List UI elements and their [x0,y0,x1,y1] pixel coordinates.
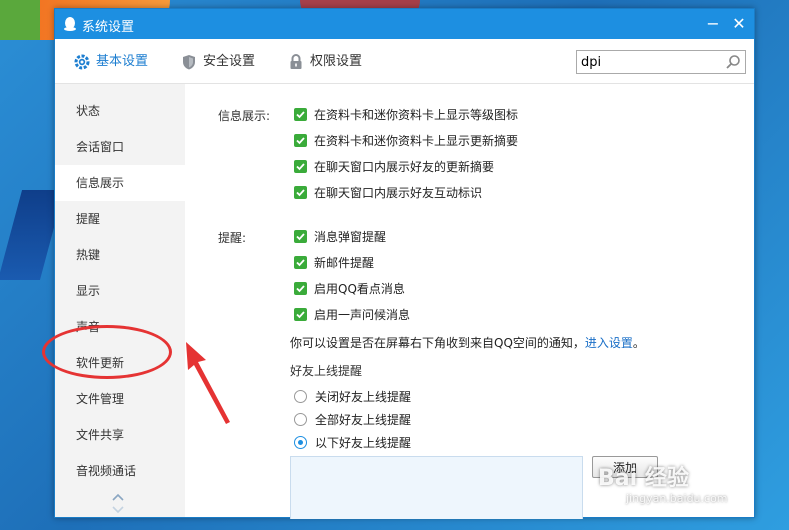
sidebar-item-file-sharing[interactable]: 文件共享 [55,417,185,453]
gear-icon [74,54,90,69]
checkbox-label: 启用一声问候消息 [314,308,411,322]
tab-label: 权限设置 [310,54,363,69]
reminders-section-label: 提醒: [218,231,247,245]
checkbox-greeting-message[interactable]: 启用一声问候消息 [294,306,410,324]
checkbox-checked[interactable] [294,230,307,243]
checkbox-checked[interactable] [294,308,307,321]
checkbox-new-mail[interactable]: 新邮件提醒 [294,254,374,272]
checkbox-label: 启用QQ看点消息 [314,282,405,296]
sidebar-item-file-management[interactable]: 文件管理 [55,381,185,417]
checkbox-checked[interactable] [294,186,307,199]
scroll-down-icon[interactable] [111,505,125,515]
radio-button[interactable] [294,390,307,403]
checkbox-checked[interactable] [294,256,307,269]
checkbox-label: 在聊天窗口内展示好友的更新摘要 [314,160,495,174]
desktop-wallpaper-shape [0,0,40,40]
checkbox-chat-interaction-badge[interactable]: 在聊天窗口内展示好友互动标识 [294,184,482,202]
checkbox-show-update-summary[interactable]: 在资料卡和迷你资料卡上显示更新摘要 [294,132,518,150]
qzone-notification-note: 你可以设置是否在屏幕右下角收到来自QQ空间的通知，进入设置。 [290,334,645,351]
checkbox-checked[interactable] [294,160,307,173]
checkbox-checked[interactable] [294,282,307,295]
radio-button[interactable] [294,413,307,426]
radio-label: 全部好友上线提醒 [315,413,412,427]
note-end: 。 [632,336,645,350]
radio-disable-online-alert[interactable]: 关闭好友上线提醒 [294,388,411,406]
enter-settings-link[interactable]: 进入设置 [585,336,633,350]
checkbox-chat-friend-updates[interactable]: 在聊天窗口内展示好友的更新摘要 [294,158,494,176]
minimize-button[interactable]: − [701,13,725,35]
sidebar-item-hotkeys[interactable]: 热键 [55,237,185,273]
tab-basic-settings[interactable]: 基本设置 [73,51,148,73]
note-text: 你可以设置是否在屏幕右下角收到来自QQ空间的通知， [290,336,585,350]
search-input[interactable] [581,53,721,71]
settings-content: 信息展示: 在资料卡和迷你资料卡上显示等级图标 在资料卡和迷你资料卡上显示更新摘… [185,84,754,519]
tab-permission-settings[interactable]: 权限设置 [287,51,362,73]
lock-icon [290,53,302,69]
tab-label: 基本设置 [96,54,149,69]
checkbox-label: 新邮件提醒 [314,256,375,270]
checkbox-checked[interactable] [294,134,307,147]
annotation-arrow [186,342,230,424]
search-icon[interactable] [725,54,741,70]
sidebar-item-info-display[interactable]: 信息展示 [55,165,185,201]
scroll-up-icon[interactable] [111,492,125,502]
friends-list-box[interactable] [290,456,583,519]
title-bar[interactable]: 系统设置 − ✕ [55,9,754,39]
checkbox-message-popup[interactable]: 消息弹窗提醒 [294,228,386,246]
radio-label: 关闭好友上线提醒 [315,390,412,404]
info-display-section-label: 信息展示: [218,109,271,123]
checkbox-label: 在资料卡和迷你资料卡上显示更新摘要 [314,134,519,148]
watermark-url: jingyan.baidu.com [626,492,728,505]
radio-all-friends-alert[interactable]: 全部好友上线提醒 [294,411,411,429]
sidebar-item-av-call[interactable]: 音视频通话 [55,453,185,489]
qq-penguin-icon [64,17,76,31]
sidebar-item-chat-window[interactable]: 会话窗口 [55,129,185,165]
tab-security-settings[interactable]: 安全设置 [180,51,255,73]
checkbox-qq-kandian[interactable]: 启用QQ看点消息 [294,280,405,298]
tab-label: 安全设置 [203,54,256,69]
checkbox-label: 在聊天窗口内展示好友互动标识 [314,186,483,200]
checkbox-label: 消息弹窗提醒 [314,230,387,244]
sidebar-item-status[interactable]: 状态 [55,93,185,129]
sidebar-item-display[interactable]: 显示 [55,273,185,309]
settings-window: 系统设置 − ✕ 基本设置 安全设置 权限设置 dpi 状态 会话窗口 信息展示… [54,8,755,519]
sidebar-item-reminders[interactable]: 提醒 [55,201,185,237]
checkbox-checked[interactable] [294,108,307,121]
checkbox-label: 在资料卡和迷你资料卡上显示等级图标 [314,108,519,122]
settings-toolbar: 基本设置 安全设置 权限设置 [55,39,754,84]
window-title: 系统设置 [82,20,135,35]
search-box[interactable] [576,50,746,74]
watermark-logo: Bai 经验 [598,466,689,491]
shield-icon [183,54,195,69]
radio-button-selected[interactable] [294,436,307,449]
radio-label: 以下好友上线提醒 [315,436,412,450]
settings-sidebar: 状态 会话窗口 信息展示 提醒 热键 显示 声音 软件更新 文件管理 文件共享 … [55,84,185,517]
radio-selected-friends-alert[interactable]: 以下好友上线提醒 [294,434,411,452]
friend-online-title: 好友上线提醒 [290,364,363,378]
checkbox-show-level-icon[interactable]: 在资料卡和迷你资料卡上显示等级图标 [294,106,518,124]
annotation-circle [42,325,172,379]
close-button[interactable]: ✕ [727,13,751,35]
